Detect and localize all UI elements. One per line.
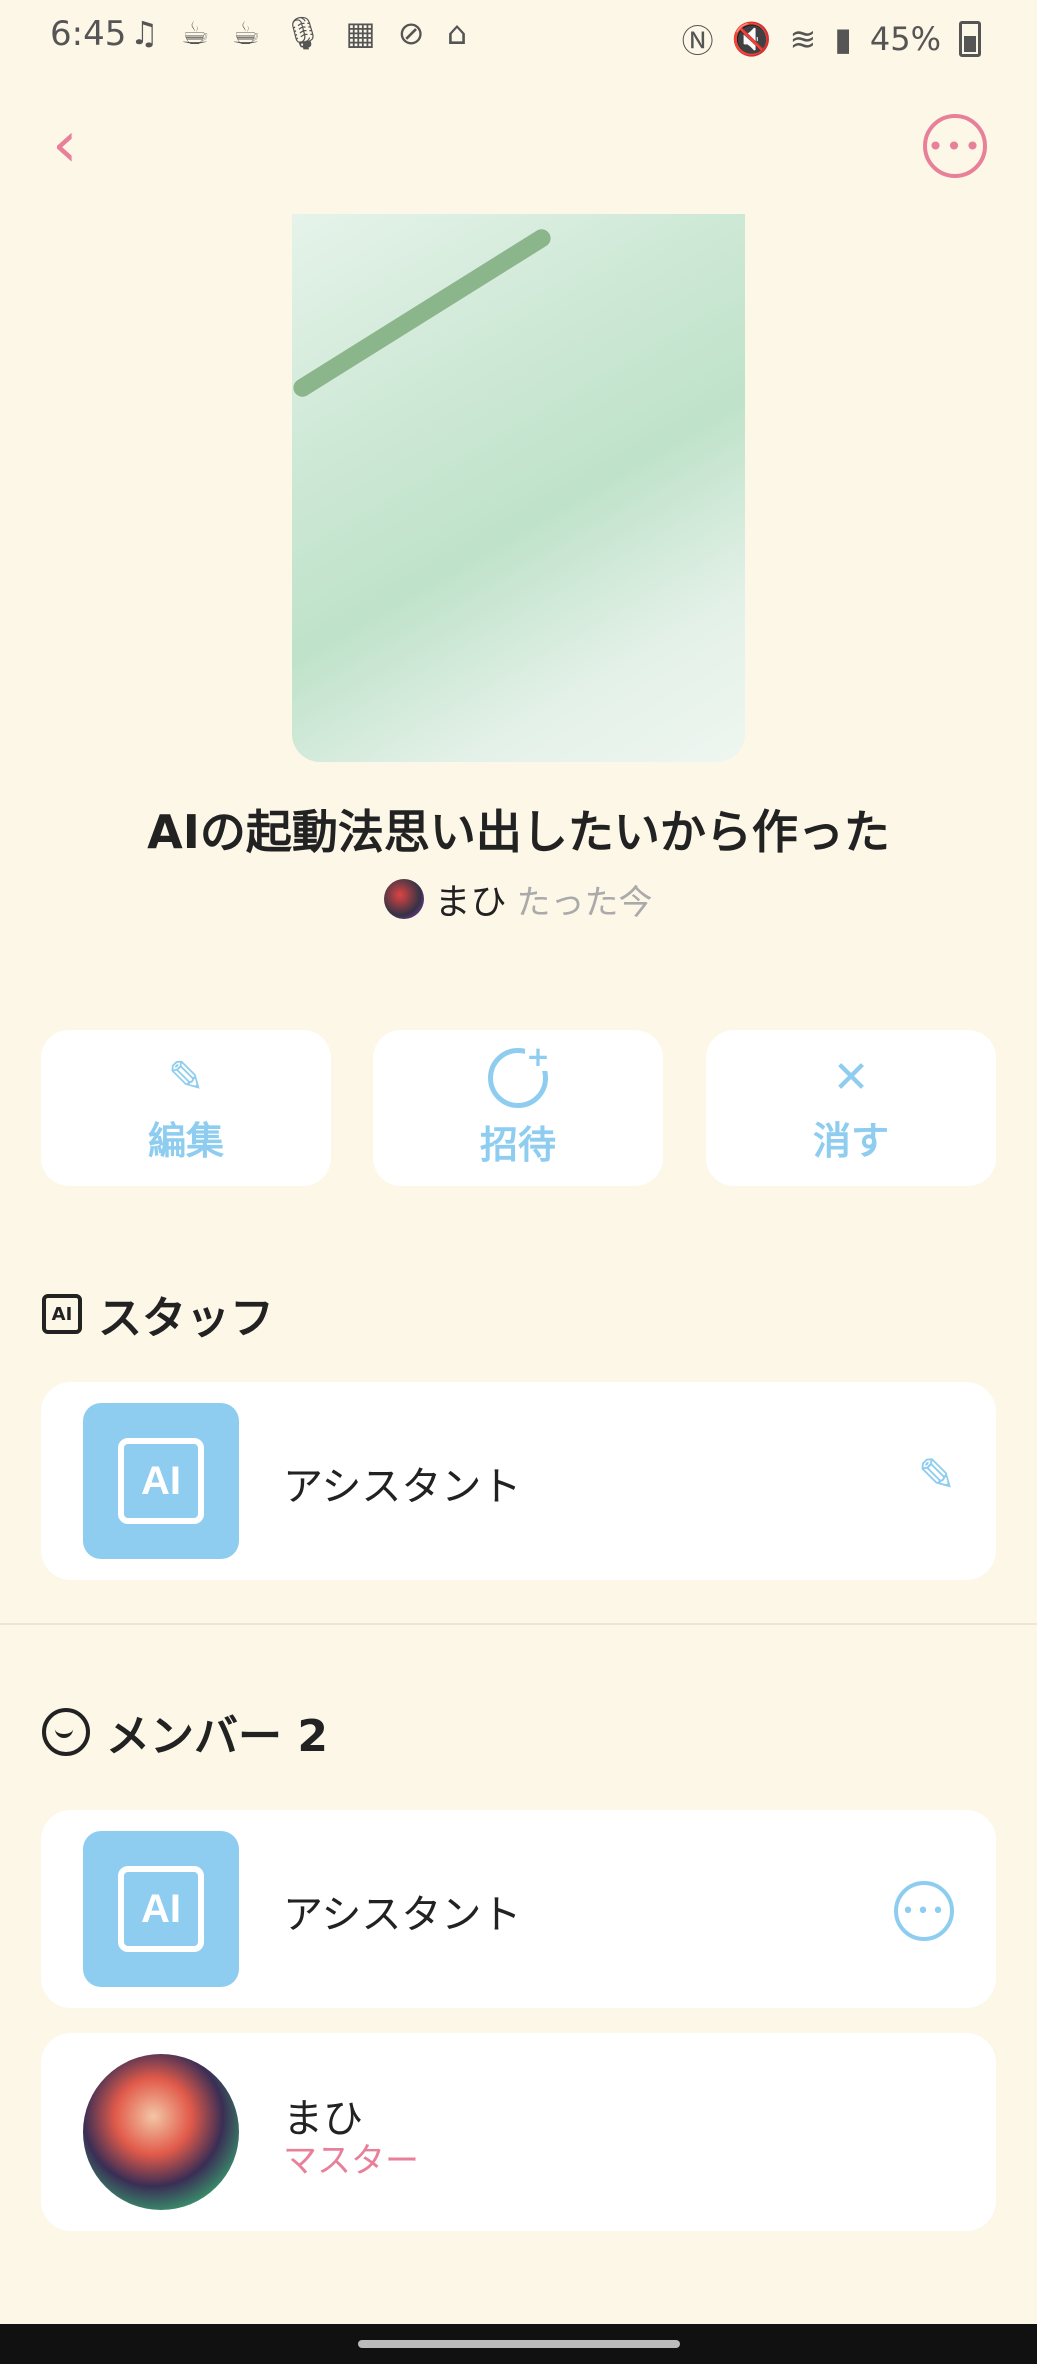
status-right: Ⓝ 🔇 ≋ ▮ 45% xyxy=(682,16,981,62)
smile-icon xyxy=(42,1708,90,1756)
section-divider xyxy=(0,1623,1037,1625)
owner-avatar xyxy=(384,879,425,919)
staff-card-assistant[interactable]: AI アシスタント ✎ xyxy=(41,1382,996,1580)
back-button[interactable]: ‹ xyxy=(52,110,112,180)
member-section-title: メンバー 2 xyxy=(106,1711,328,1762)
staff-section-header: AI スタッフ xyxy=(42,1282,274,1346)
battery-icon xyxy=(959,21,981,57)
edit-button[interactable]: ✎ 編集 xyxy=(41,1030,331,1186)
member-card-mahi[interactable]: まひ マスター xyxy=(41,2033,996,2231)
signal-icon: ▮ xyxy=(834,20,852,58)
ai-avatar: AI xyxy=(83,1831,239,1987)
battery-percent: 45% xyxy=(869,20,941,58)
ai-logo-icon: AI xyxy=(118,1438,204,1524)
chevron-left-icon: ‹ xyxy=(52,108,78,182)
staff-section-title: スタッフ xyxy=(98,1293,274,1344)
member-card-assistant[interactable]: AI アシスタント ••• xyxy=(41,1810,996,2008)
mute-icon: 🔇 xyxy=(731,20,772,58)
delete-button[interactable]: ✕ 消す xyxy=(706,1030,996,1186)
cover-decoration xyxy=(292,225,554,401)
member-more-icon[interactable]: ••• xyxy=(894,1881,954,1941)
ai-avatar: AI xyxy=(83,1403,239,1559)
user-avatar xyxy=(83,2054,239,2210)
ai-logo-icon: AI xyxy=(118,1866,204,1952)
close-icon: ✕ xyxy=(832,1051,870,1103)
ai-icon: AI xyxy=(42,1294,82,1334)
more-icon: ••• xyxy=(927,129,983,163)
status-time: 6:45 xyxy=(50,14,127,54)
invite-button[interactable]: 招待 xyxy=(373,1030,663,1186)
edit-staff-pencil-icon[interactable]: ✎ xyxy=(917,1448,956,1502)
owner-row: まひ たった今 xyxy=(0,873,1037,925)
updated-time: たった今 xyxy=(516,882,653,923)
wifi-icon: ≋ xyxy=(789,20,817,58)
edit-label: 編集 xyxy=(147,1118,224,1163)
invite-label: 招待 xyxy=(479,1122,556,1167)
member-section-header: メンバー 2 xyxy=(42,1700,328,1764)
notification-icons: ♫ ☕ ☕ 🎙 ▦ ⊘ ⌂ xyxy=(130,14,474,52)
add-person-icon xyxy=(488,1042,551,1108)
owner-name: まひ xyxy=(434,882,507,923)
room-cover-image xyxy=(292,214,745,762)
member-role: マスター xyxy=(283,2141,419,2181)
delete-label: 消す xyxy=(812,1118,889,1163)
home-handle[interactable] xyxy=(358,2340,680,2348)
more-options-button[interactable]: ••• xyxy=(923,114,987,178)
nfc-icon: Ⓝ xyxy=(681,22,714,60)
room-title: AIの起動法思い出したいから作った xyxy=(147,805,890,859)
pencil-icon: ✎ xyxy=(167,1051,205,1103)
staff-name: アシスタント xyxy=(283,1464,522,1510)
member-name: アシスタント xyxy=(283,1892,522,1938)
